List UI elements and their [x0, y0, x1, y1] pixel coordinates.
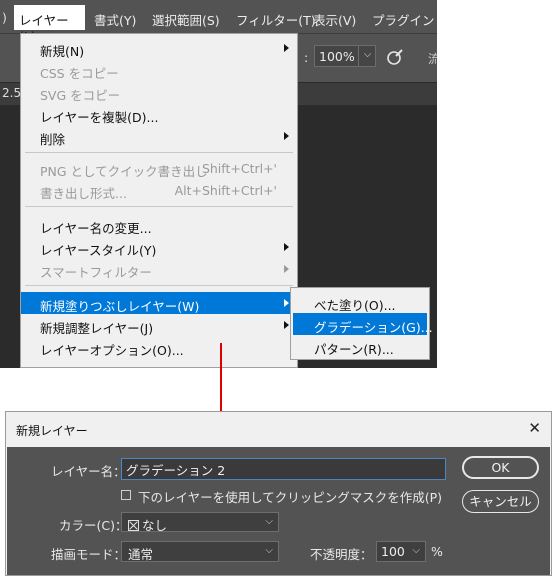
menu-item-label: レイヤーを複製(D)...: [40, 110, 159, 125]
menu-item-smart-filter: スマートフィルター: [21, 258, 297, 280]
menu-item-label: 新規塗りつぶしレイヤー(W): [40, 299, 200, 314]
submenu-arrow-icon: [284, 243, 289, 251]
menu-select[interactable]: 選択範囲(S): [152, 10, 220, 29]
no-color-swatch-icon: [128, 520, 139, 531]
menu-item-rename-layer[interactable]: レイヤー名の変更...: [21, 214, 297, 236]
menu-item-delete[interactable]: 削除: [21, 125, 297, 147]
menu-view[interactable]: 表示(V): [313, 10, 356, 29]
dialog-title: 新規レイヤー: [16, 424, 88, 438]
submenu-item-gradient[interactable]: グラデーション(G)...: [293, 313, 433, 335]
menu-item-label: 削除: [40, 132, 66, 147]
menu-item-label: 新規調整レイヤー(J): [40, 321, 154, 336]
chevron-down-icon: ⌵: [412, 545, 420, 556]
menu-item-shortcut: Alt+Shift+Ctrl+': [174, 183, 277, 198]
new-layer-dialog: 新規レイヤー ✕ レイヤー名： 下のレイヤーを使用してクリッピングマスクを作成(…: [5, 411, 552, 576]
layer-name-label: レイヤー名：: [51, 464, 126, 479]
blend-mode-select[interactable]: 通常 ⌵: [121, 541, 279, 562]
menu-item-copy-css: CSS をコピー: [21, 59, 297, 81]
clipping-mask-label: 下のレイヤーを使用してクリッピングマスクを作成(P): [138, 490, 443, 505]
color-select[interactable]: なし ⌵: [121, 512, 279, 533]
menu-item-new-adjustment-layer[interactable]: 新規調整レイヤー(J): [21, 314, 297, 336]
menu-item-label: レイヤーオプション(O)...: [40, 343, 184, 358]
menu-item-label: レイヤースタイル(Y): [40, 243, 157, 258]
chevron-down-icon: ⌵: [265, 545, 273, 556]
submenu-arrow-icon: [284, 321, 289, 329]
menu-item-new-fill-layer[interactable]: 新規塗りつぶしレイヤー(W): [21, 292, 297, 314]
submenu-item-label: グラデーション(G)...: [314, 320, 433, 335]
menu-item-shortcut: Shift+Ctrl+': [201, 161, 277, 176]
menu-item-layer-style[interactable]: レイヤースタイル(Y): [21, 236, 297, 258]
menu-truncated-left: ): [2, 10, 7, 25]
cancel-button[interactable]: キャンセル: [462, 490, 539, 513]
menu-separator: [25, 152, 293, 153]
menu-item-duplicate-layer[interactable]: レイヤーを複製(D)...: [21, 103, 297, 125]
airbrush-icon[interactable]: [386, 48, 404, 66]
blend-mode-label: 描画モード：: [51, 547, 127, 562]
menu-item-layer-options[interactable]: レイヤーオプション(O)...: [21, 336, 297, 358]
menu-type[interactable]: 書式(Y): [94, 10, 136, 29]
opacity-value: 100: [381, 544, 405, 559]
zoom-value: 100%: [319, 49, 355, 64]
opacity-unit: %: [431, 544, 443, 559]
menu-item-label: レイヤー名の変更...: [40, 221, 152, 236]
menu-item-export-as: 書き出し形式... Alt+Shift+Ctrl+': [21, 179, 297, 201]
submenu-arrow-icon: [284, 44, 289, 52]
submenu-item-label: パターン(R)...: [314, 342, 394, 357]
menu-filter[interactable]: フィルター(T): [236, 10, 316, 29]
layer-menu: 新規(N) CSS をコピー SVG をコピー レイヤーを複製(D)... 削除…: [20, 33, 298, 368]
menu-item-label: CSS をコピー: [40, 66, 119, 81]
options-truncated-right: 流: [428, 52, 437, 66]
clipping-mask-checkbox[interactable]: [121, 490, 131, 500]
zoom-prefix: :: [304, 50, 309, 65]
menu-item-new[interactable]: 新規(N): [21, 37, 297, 59]
menu-item-quick-export: PNG としてクイック書き出し Shift+Ctrl+': [21, 157, 297, 179]
menu-separator: [25, 285, 293, 286]
submenu-arrow-icon: [284, 299, 289, 307]
color-value: なし: [142, 518, 168, 533]
tab-truncated-left: 2.5: [2, 86, 22, 100]
menu-bar: ) レイヤー(L) 書式(Y) 選択範囲(S) フィルター(T) 表示(V) プ…: [0, 0, 437, 44]
menu-item-copy-svg: SVG をコピー: [21, 81, 297, 103]
opacity-label: 不透明度：: [310, 547, 373, 562]
menu-item-label: 新規(N): [40, 44, 85, 59]
opacity-field[interactable]: 100 ⌵: [376, 541, 426, 562]
menu-separator: [25, 206, 293, 207]
submenu-arrow-icon: [284, 265, 289, 273]
submenu-arrow-icon: [284, 132, 289, 140]
dialog-body: レイヤー名： 下のレイヤーを使用してクリッピングマスクを作成(P) カラー(C)…: [7, 447, 550, 575]
submenu-item-label: べた塗り(O)...: [314, 298, 396, 313]
color-label: カラー(C)：: [59, 518, 128, 533]
ok-button[interactable]: OK: [462, 456, 539, 479]
submenu-item-solid-color[interactable]: べた塗り(O)...: [293, 291, 427, 313]
layer-name-input[interactable]: [121, 458, 446, 480]
chevron-down-icon: ⌵: [265, 516, 273, 527]
menu-item-label: スマートフィルター: [40, 265, 152, 280]
photoshop-screenshot: ) レイヤー(L) 書式(Y) 選択範囲(S) フィルター(T) 表示(V) プ…: [0, 0, 437, 368]
fill-layer-submenu: べた塗り(O)... グラデーション(G)... パターン(R)...: [290, 287, 433, 360]
blend-mode-value: 通常: [128, 547, 154, 562]
menu-item-label: PNG としてクイック書き出し: [40, 164, 208, 179]
menu-item-label: SVG をコピー: [40, 88, 121, 103]
chevron-down-icon[interactable]: ⌵: [358, 45, 376, 67]
close-icon[interactable]: ✕: [528, 419, 541, 437]
menu-plugins[interactable]: プラグイン: [372, 10, 435, 29]
submenu-item-pattern[interactable]: パターン(R)...: [293, 335, 427, 357]
menu-item-label: 書き出し形式...: [40, 186, 127, 201]
menu-layer[interactable]: レイヤー(L): [14, 5, 85, 44]
